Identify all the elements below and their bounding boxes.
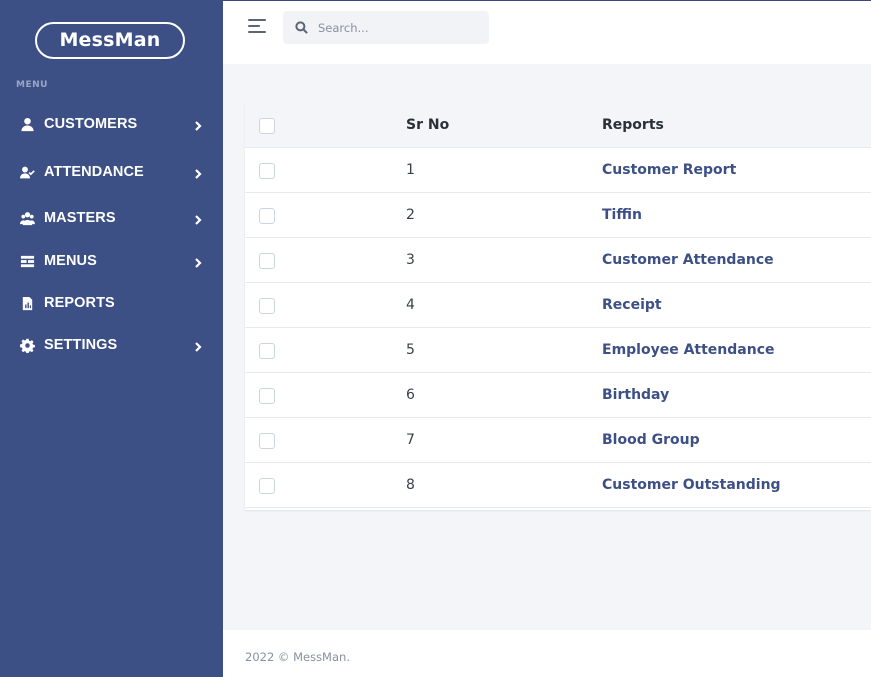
sr-no-cell: 6 <box>406 387 415 403</box>
reports-table: Sr No Reports 1 Customer Report 2 Tiffin… <box>245 103 871 510</box>
sidebar-item-customers[interactable]: CUSTOMERS <box>0 107 223 141</box>
table-row: 5 Employee Attendance <box>245 328 871 373</box>
report-link[interactable]: Employee Attendance <box>602 342 775 358</box>
row-checkbox[interactable] <box>259 433 275 449</box>
row-checkbox[interactable] <box>259 253 275 269</box>
sr-no-cell: 8 <box>406 477 415 493</box>
sidebar-item-label: CUSTOMERS <box>44 116 138 132</box>
report-link[interactable]: Customer Outstanding <box>602 477 781 493</box>
brand-logo[interactable]: MessMan <box>35 22 185 59</box>
sidebar-item-label: REPORTS <box>44 295 115 311</box>
report-link[interactable]: Receipt <box>602 297 662 313</box>
table-row: 4 Receipt <box>245 283 871 328</box>
search-box[interactable] <box>283 11 489 44</box>
users-icon <box>18 209 36 227</box>
report-file-icon <box>18 294 36 312</box>
row-checkbox[interactable] <box>259 163 275 179</box>
menu-heading: MENU <box>16 80 48 90</box>
list-icon <box>18 252 36 270</box>
sr-no-cell: 3 <box>406 252 415 268</box>
table-row: 3 Customer Attendance <box>245 238 871 283</box>
row-checkbox[interactable] <box>259 388 275 404</box>
sidebar-item-masters[interactable]: MASTERS <box>0 201 223 235</box>
table-row: 2 Tiffin <box>245 193 871 238</box>
report-link[interactable]: Customer Attendance <box>602 252 774 268</box>
row-checkbox[interactable] <box>259 208 275 224</box>
sr-no-cell: 5 <box>406 342 415 358</box>
footer: 2022 © MessMan. <box>223 630 871 677</box>
report-link[interactable]: Tiffin <box>602 207 642 223</box>
menu-toggle-icon[interactable] <box>248 19 268 35</box>
sidebar-item-reports[interactable]: REPORTS <box>0 286 223 320</box>
table-row: 8 Customer Outstanding <box>245 463 871 508</box>
sr-no-cell: 1 <box>406 162 415 178</box>
row-checkbox[interactable] <box>259 478 275 494</box>
table-row: 1 Customer Report <box>245 148 871 193</box>
search-input[interactable] <box>318 20 478 35</box>
user-check-icon <box>18 163 36 181</box>
row-checkbox[interactable] <box>259 298 275 314</box>
table-row: 6 Birthday <box>245 373 871 418</box>
sidebar-item-settings[interactable]: SETTINGS <box>0 328 223 362</box>
chevron-right-icon <box>193 338 205 352</box>
sidebar-item-menus[interactable]: MENUS <box>0 244 223 278</box>
report-link[interactable]: Birthday <box>602 387 669 403</box>
report-link[interactable]: Customer Report <box>602 162 736 178</box>
report-link[interactable]: Blood Group <box>602 432 700 448</box>
topbar <box>223 0 871 64</box>
sidebar-item-label: ATTENDANCE <box>44 164 144 180</box>
chevron-right-icon <box>193 117 205 131</box>
sidebar-item-label: MASTERS <box>44 210 116 226</box>
select-all-checkbox[interactable] <box>259 118 275 134</box>
chevron-right-icon <box>193 254 205 268</box>
user-icon <box>18 115 36 133</box>
sidebar-item-attendance[interactable]: ATTENDANCE <box>0 155 223 189</box>
table-header: Sr No Reports <box>245 103 871 148</box>
sidebar: MessMan MENU CUSTOMERS ATTENDANCE MASTER… <box>0 0 223 677</box>
row-checkbox[interactable] <box>259 343 275 359</box>
table-row: 7 Blood Group <box>245 418 871 463</box>
sidebar-item-label: MENUS <box>44 253 97 269</box>
sidebar-item-label: SETTINGS <box>44 337 118 353</box>
gear-icon <box>18 336 36 354</box>
sr-no-cell: 4 <box>406 297 415 313</box>
chevron-right-icon <box>193 165 205 179</box>
copyright-text: 2022 © MessMan. <box>245 650 350 664</box>
search-icon <box>295 21 308 34</box>
column-header-reports[interactable]: Reports <box>602 117 664 133</box>
chevron-right-icon <box>193 211 205 225</box>
sr-no-cell: 7 <box>406 432 415 448</box>
sr-no-cell: 2 <box>406 207 415 223</box>
column-header-sr-no[interactable]: Sr No <box>406 117 449 133</box>
